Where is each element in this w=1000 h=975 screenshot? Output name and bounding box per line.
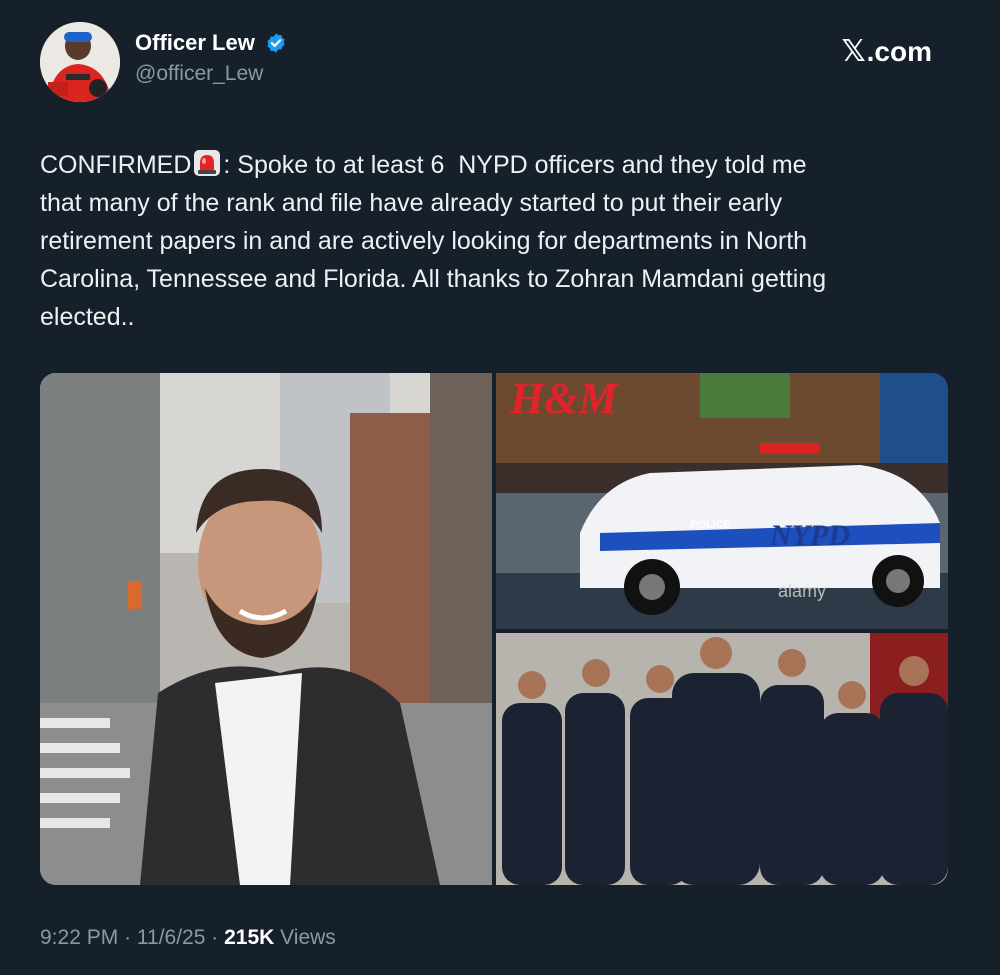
post-time[interactable]: 9:22 PM: [40, 926, 118, 949]
media-image-portrait[interactable]: [40, 373, 492, 885]
post-header: Officer Lew @officer_Lew 𝕏 .com: [40, 22, 940, 102]
post-text: CONFIRMED: Spoke to at least 6 NYPD offi…: [40, 146, 960, 336]
car-police-label: POLICE: [690, 519, 731, 531]
siren-emoji-icon: [194, 150, 221, 176]
watermark-text: alamy: [778, 581, 826, 601]
media-grid[interactable]: H&M NYPD POLICE alamy: [40, 373, 948, 885]
author-display-name[interactable]: Officer Lew: [135, 30, 255, 56]
post-date[interactable]: 11/6/25: [137, 926, 206, 949]
post-meta: 9:22 PM · 11/6/25 · 215K Views: [40, 926, 336, 950]
media-image-nypd-car[interactable]: H&M NYPD POLICE alamy: [496, 373, 948, 629]
post-text-lead: CONFIRMED: [40, 151, 192, 179]
author-avatar[interactable]: [40, 22, 120, 102]
x-logo-icon: 𝕏: [841, 35, 866, 68]
author-handle[interactable]: @officer_Lew: [135, 62, 287, 86]
meta-separator: ·: [124, 926, 132, 949]
meta-separator-2: ·: [211, 926, 219, 949]
views-label: Views: [280, 926, 336, 949]
store-sign: H&M: [509, 374, 619, 423]
car-nypd-label: NYPD: [769, 519, 850, 552]
views-count[interactable]: 215K: [224, 926, 274, 949]
site-link[interactable]: 𝕏 .com: [841, 34, 932, 69]
verified-badge-icon: [267, 33, 285, 53]
site-label: .com: [866, 35, 932, 67]
media-image-officers[interactable]: [496, 633, 948, 885]
